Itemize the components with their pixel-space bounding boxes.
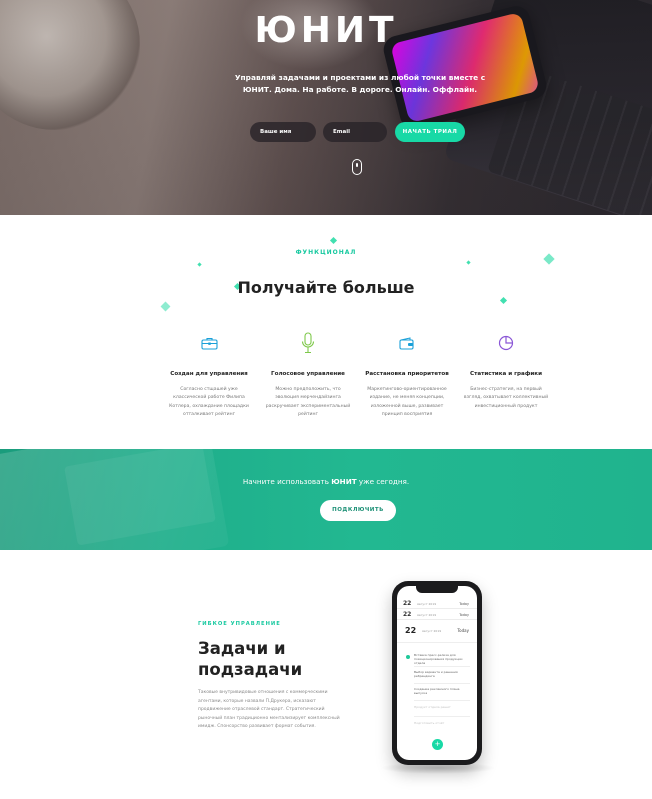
wallet-icon bbox=[362, 331, 452, 355]
phone-screen: 22 Август 2019 Today 22 Август 2019 Toda… bbox=[397, 586, 477, 760]
tasks-title: Задачи и подзадачи bbox=[198, 639, 303, 679]
name-input[interactable]: Ваше имя bbox=[250, 122, 316, 142]
task-item[interactable]: Создание рекламного плана выпуска bbox=[414, 687, 470, 695]
mouse-icon[interactable] bbox=[352, 159, 362, 175]
feature-card: Создан для управления Согласно стщашей у… bbox=[164, 331, 254, 420]
task-item[interactable]: Продукт отдела решит bbox=[414, 705, 470, 709]
cta-brand: ЮНИТ bbox=[331, 477, 357, 486]
confetti-decoration bbox=[197, 262, 202, 267]
start-trial-button[interactable]: НАЧАТЬ ТРИАЛ bbox=[395, 122, 465, 142]
hero-section: ЮНИТ Управляй задачами и проектами из лю… bbox=[0, 0, 652, 215]
landing-page: ЮНИТ Управляй задачами и проектами из лю… bbox=[0, 0, 652, 799]
signup-form: Ваше имя Email НАЧАТЬ ТРИАЛ bbox=[0, 122, 652, 142]
email-input[interactable]: Email bbox=[323, 122, 387, 142]
pie-chart-icon bbox=[461, 331, 551, 355]
cta-section: Начните использовать ЮНИТ уже сегодня. П… bbox=[0, 449, 652, 550]
connect-button[interactable]: ПОДКЛЮЧИТЬ bbox=[320, 500, 396, 521]
feature-text: Можно предположить, что эволюция мерченд… bbox=[265, 387, 351, 418]
phone-mockup: 22 Август 2019 Today 22 Август 2019 Toda… bbox=[392, 581, 482, 765]
task-status-dot bbox=[406, 655, 410, 659]
add-task-button[interactable]: + bbox=[432, 739, 443, 750]
feature-card: Расстановка приоритетов Маркетингово-ори… bbox=[362, 331, 452, 420]
calendar-row[interactable]: 22 Август 2019 Today bbox=[397, 599, 477, 609]
briefcase-icon bbox=[164, 331, 254, 355]
feature-card: Голосовое управление Можно предположить,… bbox=[263, 331, 353, 420]
cta-text: Начните использовать ЮНИТ уже сегодня. bbox=[242, 477, 410, 486]
confetti-decoration bbox=[466, 260, 471, 265]
task-item[interactable]: Выбор варианта и решения ребрендинга bbox=[414, 670, 470, 678]
feature-title: Голосовое управление bbox=[271, 371, 345, 377]
calendar-row[interactable]: 22 Август 2019 Today bbox=[397, 610, 477, 620]
feature-card: Статистика и графики Бизнес-стратегия, н… bbox=[461, 331, 551, 411]
calendar-day-header[interactable]: 22 Август 2019 Today bbox=[397, 623, 477, 643]
feature-title: Расстановка приоритетов bbox=[365, 371, 449, 377]
features-title: Получайте больше bbox=[237, 278, 415, 297]
feature-text: Маркетингово-ориентированное издание, не… bbox=[367, 387, 447, 418]
confetti-decoration bbox=[499, 296, 508, 305]
task-item[interactable]: Подготовить отчёт bbox=[414, 721, 470, 725]
task-item[interactable]: Вставка пресс-релиза для позиционировани… bbox=[414, 653, 470, 666]
hero-subtitle: Управляй задачами и проектами из любой т… bbox=[234, 73, 486, 94]
tasks-body: Таковые внутривидовые отношения с коммер… bbox=[198, 690, 340, 730]
confetti-decoration bbox=[160, 301, 171, 312]
brand-title: ЮНИТ bbox=[254, 10, 398, 51]
feature-text: Согласно стщашей уже классической работе… bbox=[169, 387, 249, 418]
tasks-tagline: ГИБКОЕ УПРАВЛЕНИЕ bbox=[198, 621, 281, 627]
microphone-icon bbox=[263, 331, 353, 355]
features-tagline: ФУНКЦИОНАЛ bbox=[295, 249, 357, 256]
tasks-section: ГИБКОЕ УПРАВЛЕНИЕ Задачи и подзадачи Так… bbox=[0, 550, 652, 799]
feature-title: Статистика и графики bbox=[469, 371, 543, 377]
feature-title: Создан для управления bbox=[170, 371, 248, 377]
features-section: ФУНКЦИОНАЛ Получайте больше Создан для у… bbox=[0, 215, 652, 449]
feature-text: Бизнес-стратегия, на первый взгляд, охва… bbox=[463, 387, 549, 409]
confetti-decoration bbox=[329, 236, 338, 245]
